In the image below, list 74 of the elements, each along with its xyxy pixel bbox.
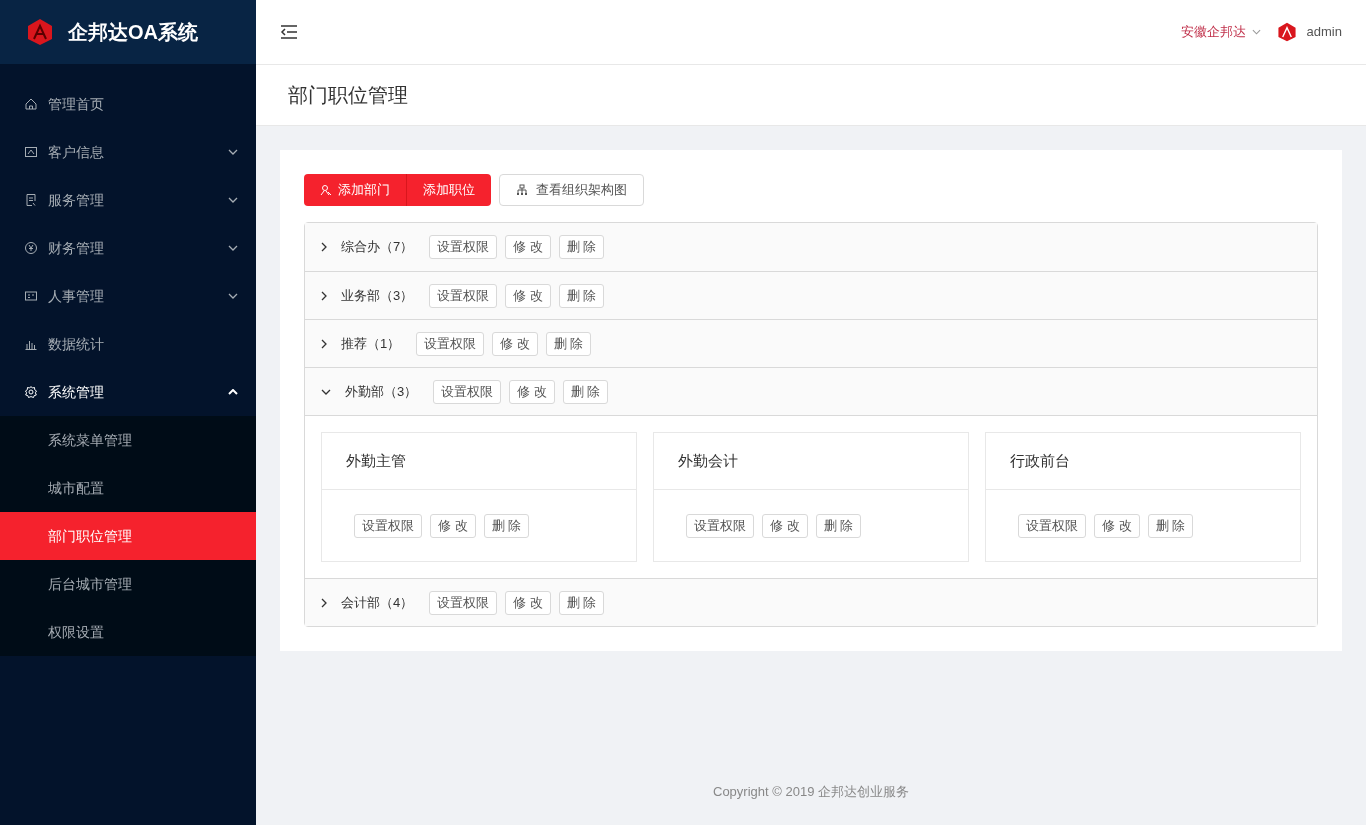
chevron-right-icon [321, 597, 327, 608]
delete-button[interactable]: 删 除 [545, 331, 592, 356]
department-header[interactable]: 综合办（7） [321, 237, 414, 257]
position-title: 外勤主管 [346, 450, 406, 471]
sidebar-item[interactable]: 财务管理 [0, 224, 256, 272]
edit-button[interactable]: 修 改 [505, 283, 551, 308]
sidebar-item[interactable]: 系统管理 [0, 368, 256, 416]
delete-button[interactable]: 删 除 [558, 283, 605, 308]
delete-button[interactable]: 删 除 [558, 235, 605, 259]
sidebar-subitem[interactable]: 城市配置 [0, 464, 256, 512]
edit-button[interactable]: 修 改 [1094, 513, 1140, 538]
chevron-down-icon [1251, 29, 1261, 35]
department-header[interactable]: 会计部（4） [321, 592, 414, 613]
chevron-down-icon [228, 245, 238, 251]
company-dropdown[interactable]: 安徽企邦达 [1180, 22, 1261, 42]
permission-button[interactable]: 设置权限 [686, 513, 754, 538]
edit-button[interactable]: 修 改 [430, 513, 476, 538]
yen-coin-icon [24, 241, 38, 255]
sidebar-item[interactable]: 数据统计 [0, 320, 256, 368]
permission-button[interactable]: 设置权限 [433, 379, 502, 404]
username[interactable]: admin [1306, 22, 1342, 42]
sidebar-item[interactable]: 服务管理 [0, 176, 256, 224]
document-icon [24, 193, 38, 207]
chevron-right-icon [321, 338, 327, 349]
sidebar-item[interactable]: 客户信息 [0, 128, 256, 176]
department-header[interactable]: 推荐（1） [321, 333, 401, 354]
edit-button[interactable]: 修 改 [505, 590, 551, 615]
permission-button[interactable]: 设置权限 [429, 235, 498, 259]
chevron-right-icon [321, 290, 327, 301]
chevron-down-icon [228, 149, 238, 155]
edit-button[interactable]: 修 改 [505, 235, 551, 259]
position-title: 外勤会计 [678, 450, 738, 471]
menu-fold-icon[interactable] [280, 24, 298, 40]
page-title: 部门职位管理 [288, 83, 408, 108]
home-icon [24, 97, 38, 111]
sidebar-subitem[interactable]: 权限设置 [0, 608, 256, 656]
permission-button[interactable]: 设置权限 [429, 283, 498, 308]
add-position-button[interactable]: 添加职位 [407, 174, 491, 206]
sidebar-item[interactable]: 管理首页 [0, 80, 256, 128]
permission-button[interactable]: 设置权限 [1018, 513, 1086, 538]
delete-button[interactable]: 删 除 [562, 379, 609, 404]
chevron-down-icon [228, 197, 238, 203]
picture-card-icon [24, 145, 38, 159]
department-header[interactable]: 外勤部（3） [321, 381, 418, 402]
org-chart-icon [516, 184, 528, 196]
department-header[interactable]: 业务部（3） [321, 285, 414, 306]
logo-icon [26, 18, 54, 46]
people-icon [320, 184, 332, 196]
chevron-down-icon [321, 388, 331, 395]
sidebar-subitem[interactable]: 部门职位管理 [0, 512, 256, 560]
settings-icon [24, 385, 38, 399]
delete-button[interactable]: 删 除 [558, 590, 605, 615]
add-department-button[interactable]: 添加部门 [304, 174, 407, 206]
chevron-right-icon [321, 242, 327, 252]
permission-button[interactable]: 设置权限 [416, 331, 485, 356]
edit-button[interactable]: 修 改 [509, 379, 555, 404]
org-chart-button[interactable]: 查看组织架构图 [499, 174, 644, 206]
id-card-icon [24, 289, 38, 303]
position-title: 行政前台 [1010, 450, 1070, 471]
edit-button[interactable]: 修 改 [492, 331, 538, 356]
permission-button[interactable]: 设置权限 [354, 513, 422, 538]
app-title: 企邦达OA系统 [68, 20, 198, 45]
chevron-up-icon [228, 389, 238, 395]
sidebar-subitem[interactable]: 后台城市管理 [0, 560, 256, 608]
sidebar-item[interactable]: 人事管理 [0, 272, 256, 320]
user-avatar-icon [1276, 22, 1297, 42]
delete-button[interactable]: 删 除 [483, 513, 530, 538]
delete-button[interactable]: 删 除 [815, 513, 862, 538]
sidebar-subitem[interactable]: 系统菜单管理 [0, 416, 256, 464]
copyright-text: Copyright © 2019 企邦达创业服务 [713, 782, 909, 801]
edit-button[interactable]: 修 改 [762, 513, 808, 538]
delete-button[interactable]: 删 除 [1147, 513, 1194, 538]
permission-button[interactable]: 设置权限 [429, 590, 498, 615]
chevron-down-icon [228, 293, 238, 299]
